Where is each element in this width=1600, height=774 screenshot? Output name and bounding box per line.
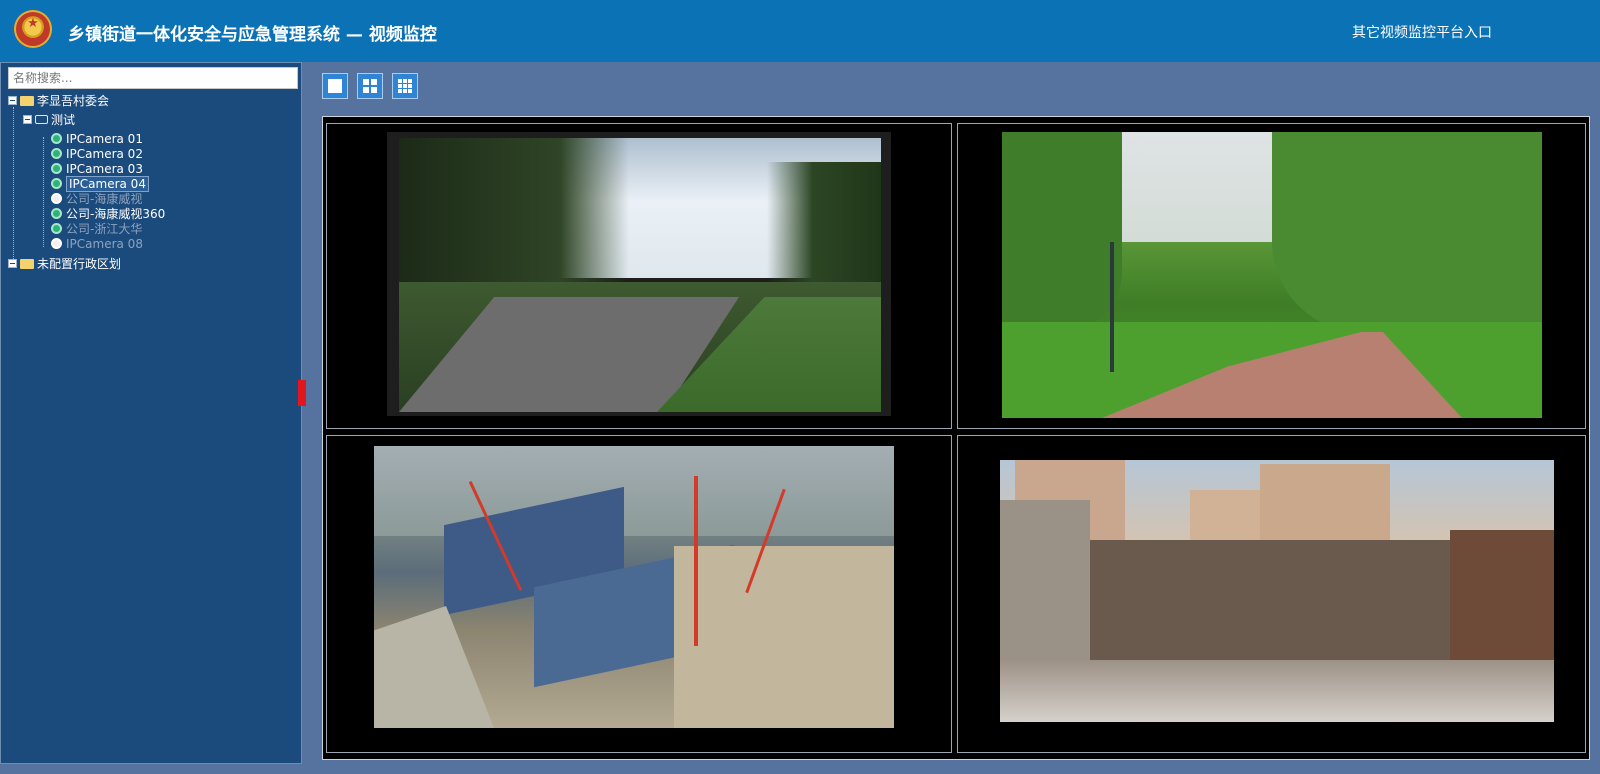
tree-node-camera[interactable]: IPCamera 03 [51, 162, 143, 177]
camera-online-icon [51, 148, 62, 159]
camera-offline-icon [51, 238, 62, 249]
video-feed-green-park [1002, 132, 1542, 418]
video-feed-building-site [1000, 460, 1554, 722]
tree-node-camera[interactable]: IPCamera 02 [51, 147, 143, 162]
app-header: 乡镇街道一体化安全与应急管理系统 — 视频监控 其它视频监控平台入口 [0, 0, 1600, 62]
video-feed-construction-aerial [374, 446, 894, 728]
tree-node-village[interactable]: 李显吾村委会 [8, 94, 109, 109]
camera-offline-icon [51, 193, 62, 204]
app-title: 乡镇街道一体化安全与应急管理系统 — 视频监控 [68, 25, 437, 45]
video-feed-park-path [387, 132, 891, 416]
layout-nine-button[interactable] [392, 73, 418, 99]
camera-online-icon [51, 163, 62, 174]
sidebar-collapse-handle[interactable] [298, 380, 306, 406]
camera-online-icon [51, 178, 62, 189]
tree-node-camera[interactable]: IPCamera 08 [51, 237, 143, 252]
camera-online-icon [51, 208, 62, 219]
folder-icon [20, 95, 34, 106]
video-wall [322, 116, 1590, 760]
search-input[interactable] [8, 67, 298, 89]
layout-single-button[interactable] [322, 73, 348, 99]
tree-node-unassigned[interactable]: 未配置行政区划 [8, 257, 121, 272]
nvr-device-icon [35, 115, 48, 124]
tree-node-camera[interactable]: 公司-海康威视360 [51, 207, 165, 222]
tree-node-camera[interactable]: 公司-海康威视 [51, 192, 142, 207]
camera-online-icon [51, 133, 62, 144]
other-platform-link[interactable]: 其它视频监控平台入口 [1352, 22, 1492, 42]
device-tree-panel: 李显吾村委会 测试 IPCamera 01 IPCamera 02 IPCame… [0, 62, 302, 764]
expand-toggle-icon[interactable] [8, 259, 17, 268]
single-view-icon [328, 79, 342, 93]
video-tile-3[interactable] [326, 435, 952, 753]
national-emblem-logo [14, 10, 52, 48]
video-tile-4[interactable] [957, 435, 1586, 753]
collapse-toggle-icon[interactable] [8, 96, 17, 105]
layout-quad-button[interactable] [357, 73, 383, 99]
tree-node-group[interactable]: 测试 [23, 113, 75, 128]
quad-grid-icon [363, 79, 377, 93]
camera-online-icon [51, 223, 62, 234]
tree-node-camera[interactable]: IPCamera 01 [51, 132, 143, 147]
tree-node-camera-selected[interactable]: IPCamera 04 [51, 176, 149, 192]
video-tile-2[interactable] [957, 123, 1586, 429]
video-tile-1[interactable] [326, 123, 952, 429]
folder-icon [20, 258, 34, 269]
tree-node-camera[interactable]: 公司-浙江大华 [51, 222, 142, 237]
collapse-toggle-icon[interactable] [23, 115, 32, 124]
nine-grid-icon [398, 79, 412, 93]
